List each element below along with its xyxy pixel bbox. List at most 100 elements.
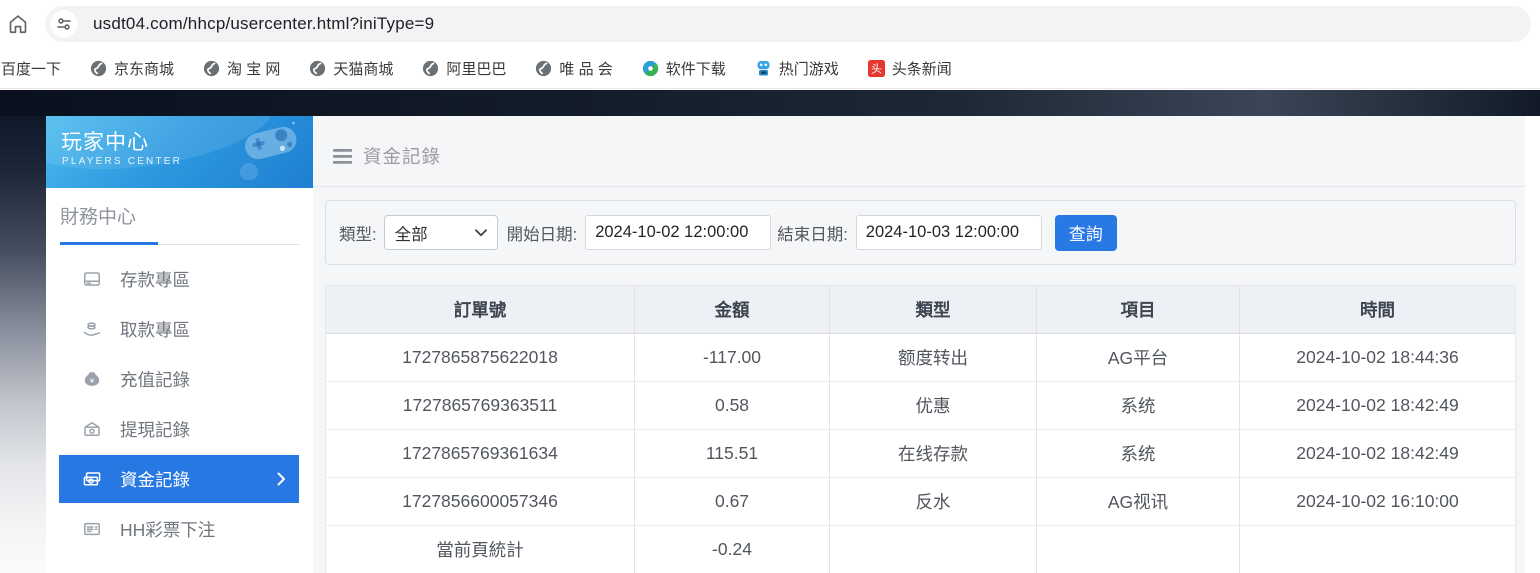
table-cell: 0.58 (635, 382, 830, 430)
table-header-cell: 金額 (635, 286, 830, 334)
table-cell (1240, 526, 1515, 573)
table-cell: 2024-10-02 18:42:49 (1240, 382, 1515, 430)
main-content: 資金記錄 類型: 全部 開始日期: 結束日期: 查詢 訂單號金額類型項目時間17… (313, 116, 1525, 573)
table-cell: 115.51 (635, 430, 830, 478)
bookmark-label: 热门游戏 (778, 60, 839, 78)
sidebar-item-6[interactable]: HH彩票下注 (59, 505, 299, 553)
start-date-input[interactable] (585, 215, 772, 250)
withdrawal-record-icon (82, 419, 102, 439)
toutiao-news-icon: 头 (867, 59, 885, 77)
table-cell: 1727865875622018 (326, 334, 635, 382)
funds-record-icon (82, 469, 102, 489)
sidebar-item-5[interactable]: 資金記錄 (59, 455, 299, 503)
sidebar-item-label: 存款專區 (120, 269, 190, 290)
bookmark-item[interactable]: 天猫商城 (309, 58, 393, 79)
globe-icon (535, 60, 552, 77)
table-row: 1727865875622018 -117.00 额度转出 AG平台 2024-10-0… (326, 334, 1515, 382)
funds-table: 訂單號 金額 類型 項目 時間 1727865875622018 -117.00 额度转出 AG… (325, 285, 1516, 573)
hamburger-icon[interactable] (333, 148, 352, 165)
table-header-cell: 項目 (1037, 286, 1240, 334)
home-icon[interactable] (7, 13, 29, 35)
bookmark-label: 软件下载 (665, 60, 726, 78)
bookmark-label: 阿里巴巴 (446, 60, 507, 78)
sidebar-menu: 存款專區取款專區 ¥ 充值記錄提現記錄資金記錄 HH彩票下注 (59, 255, 299, 555)
bookmark-label: 百度一下 (1, 60, 62, 78)
type-select[interactable]: 全部 (383, 215, 498, 250)
page-banner-background (0, 90, 1540, 116)
table-cell: 在线存款 (830, 430, 1037, 478)
table-header-cell: 時間 (1240, 286, 1515, 334)
globe-icon (90, 60, 107, 77)
recharge-record-icon: ¥ (82, 369, 102, 389)
table-header-cell: 訂單號 (326, 286, 635, 334)
bookmark-item[interactable]: 软件下载 (642, 58, 726, 79)
page-right-margin (1525, 116, 1540, 573)
table-cell (1037, 526, 1240, 573)
sidebar: 玩家中心 PLAYERS CENTER 財務中心 存款專區取款專區 ¥ 充值記錄提現… (46, 116, 313, 573)
sidebar-item-label: 提現記錄 (120, 419, 190, 440)
globe-icon (309, 60, 326, 77)
start-date-label: 開始日期: (506, 225, 578, 244)
table-cell: 优惠 (830, 382, 1037, 430)
table-cell: 2024-10-02 18:44:36 (1240, 334, 1515, 382)
sidebar-item-2[interactable]: 取款專區 (59, 305, 299, 353)
globe-icon (422, 60, 439, 77)
gamepad-icon (223, 116, 301, 185)
bookmark-item[interactable]: 热门游戏 (755, 58, 839, 79)
bookmark-label: 京东商城 (114, 60, 175, 78)
content-header: 資金記錄 (313, 116, 1525, 187)
bookmark-item[interactable]: 京东商城 (90, 58, 174, 79)
bookmark-item[interactable]: 唯 品 会 (535, 58, 613, 79)
url-omnibox[interactable]: usdt04.com/hhcp/usercenter.html?iniType=… (45, 6, 1531, 42)
table-row: 1727856600057346 0.67 反水 AG视讯 2024-10-02 16:… (326, 478, 1515, 526)
sidebar-item-3[interactable]: ¥ 充值記錄 (59, 355, 299, 403)
sidebar-title: 玩家中心 (61, 131, 149, 154)
bookmark-label: 天猫商城 (333, 60, 394, 78)
table-cell: 1727865769363511 (326, 382, 635, 430)
bookmark-item[interactable]: 百度一下 (1, 58, 61, 79)
end-date-input[interactable] (855, 215, 1042, 250)
chevron-right-icon (277, 472, 286, 486)
table-cell: 0.67 (635, 478, 830, 526)
table-cell: 系统 (1037, 382, 1240, 430)
sidebar-item-label: 取款專區 (120, 319, 190, 340)
bookmark-label: 淘 宝 网 (227, 60, 281, 78)
type-select-value: 全部 (394, 225, 428, 244)
table-header-row: 訂單號 金額 類型 項目 時間 (326, 286, 1515, 334)
table-row: 1727865769363511 0.58 优惠 系统 2024-10-02 18:42… (326, 382, 1515, 430)
screen: usdt04.com/hhcp/usercenter.html?iniType=… (0, 0, 1540, 573)
table-cell: 额度转出 (830, 334, 1037, 382)
sidebar-item-4[interactable]: 提現記錄 (59, 405, 299, 453)
query-button[interactable]: 查詢 (1054, 214, 1117, 251)
type-label: 類型: (339, 225, 377, 244)
svg-text:头: 头 (871, 62, 882, 75)
bookmark-label: 头条新闻 (891, 60, 952, 78)
table-cell: AG视讯 (1037, 478, 1240, 526)
sidebar-item-1[interactable]: 存款專區 (59, 255, 299, 303)
hot-games-icon (755, 60, 772, 77)
page-left-background (0, 116, 46, 573)
table-cell: 當前頁統計 (326, 526, 635, 573)
tune-icon[interactable] (50, 10, 78, 38)
section-divider (60, 242, 299, 245)
software-download-icon (642, 60, 659, 77)
page-title: 資金記錄 (363, 146, 442, 167)
table-cell: -0.24 (635, 526, 830, 573)
bookmark-item[interactable]: 淘 宝 网 (203, 58, 280, 79)
table-header-cell: 類型 (830, 286, 1037, 334)
table-cell: 反水 (830, 478, 1037, 526)
table-cell (830, 526, 1037, 573)
sidebar-header: 玩家中心 PLAYERS CENTER (46, 116, 313, 188)
sidebar-item-label: 充值記錄 (120, 369, 190, 390)
bookmark-item[interactable]: 阿里巴巴 (422, 58, 506, 79)
bookmarks-bar: 百度一下 京东商城 淘 宝 网 天猫商城 阿里巴巴 唯 品 会 软件下载 热门游戏 头头条新闻 (0, 48, 1540, 89)
sidebar-item-label: 資金記錄 (120, 469, 190, 490)
bookmark-item[interactable]: 头头条新闻 (867, 58, 952, 79)
sidebar-section-title: 財務中心 (60, 207, 137, 228)
browser-address-bar: usdt04.com/hhcp/usercenter.html?iniType=… (0, 0, 1540, 48)
table-cell: 系统 (1037, 430, 1240, 478)
table-cell: 1727865769361634 (326, 430, 635, 478)
chevron-down-icon (474, 228, 487, 237)
withdraw-icon (82, 319, 102, 339)
table-cell: -117.00 (635, 334, 830, 382)
